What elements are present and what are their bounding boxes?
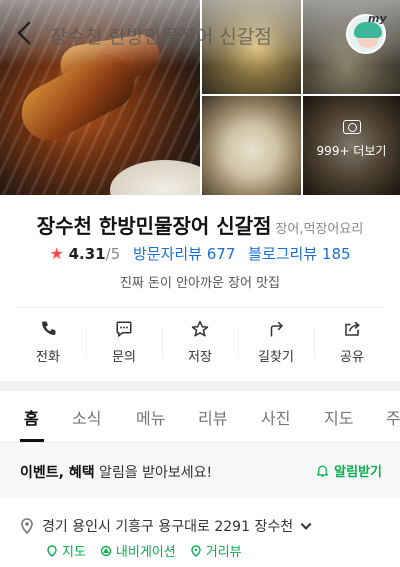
top-bar-title: 장수천 한방민물장어 신갈점 xyxy=(50,26,272,48)
inquiry-button[interactable]: 문의 xyxy=(86,320,162,370)
place-description: 진짜 돈이 안아까운 장어 맛집 xyxy=(119,276,281,291)
streetview-icon xyxy=(191,544,201,557)
my-label: my xyxy=(368,12,387,25)
place-name: 장수천 한방민물장어 신갈점 xyxy=(36,214,272,238)
chevron-down-icon[interactable] xyxy=(299,518,313,534)
navigation-link-label: 내비게이션 xyxy=(115,545,176,560)
back-arrow-icon[interactable] xyxy=(14,20,36,46)
chat-icon xyxy=(116,321,132,338)
rating-max: /5 xyxy=(105,245,121,263)
bell-icon xyxy=(317,465,329,477)
banner-rest: 알림을 받아보세요! xyxy=(94,465,213,481)
tab-map[interactable]: 지도 xyxy=(324,405,353,429)
camera-icon xyxy=(342,120,361,134)
place-category: 장어,먹장어요리 xyxy=(275,222,364,237)
place-title-row: 장수천 한방민물장어 신갈점 장어,먹장어요리 xyxy=(0,210,400,239)
save-button[interactable]: 저장 xyxy=(162,320,238,370)
tab-news[interactable]: 소식 xyxy=(72,405,101,429)
address-row[interactable]: 경기 용인시 기흥구 용구대로 2291 장수천 xyxy=(20,516,321,536)
share-button[interactable]: 공유 xyxy=(314,320,390,370)
address-links: 지도 내비게이션 거리뷰 xyxy=(46,541,256,560)
tab-review[interactable]: 리뷰 xyxy=(198,405,227,429)
star-icon xyxy=(191,320,209,337)
save-label: 저장 xyxy=(188,350,212,365)
more-photos-label: 999+ 더보기 xyxy=(316,144,387,158)
inquiry-label: 문의 xyxy=(112,350,136,365)
blog-reviews-link[interactable]: 블로그리뷰 185 xyxy=(248,245,350,263)
banner-separator: , xyxy=(58,465,69,481)
notify-button[interactable]: 알림받기 xyxy=(315,461,382,480)
phone-icon xyxy=(42,321,56,335)
directions-icon xyxy=(270,321,284,337)
streetview-link-label: 거리뷰 xyxy=(205,545,242,560)
rating-score: 4.31 xyxy=(68,245,106,263)
share-icon xyxy=(345,321,360,336)
tab-more[interactable]: 주 xyxy=(386,405,400,429)
map-pin-icon xyxy=(47,544,57,557)
directions-label: 길찾기 xyxy=(258,350,294,365)
section-gap xyxy=(0,381,400,391)
location-pin-icon xyxy=(21,518,33,534)
banner-bold-benefit: 혜택 xyxy=(68,465,95,481)
map-link[interactable]: 지도 xyxy=(46,541,86,560)
photo-thumb[interactable] xyxy=(202,96,301,195)
more-photos-button[interactable]: 999+ 더보기 xyxy=(303,120,400,159)
notify-label: 알림받기 xyxy=(334,465,382,480)
visitor-reviews-link[interactable]: 방문자리뷰 677 xyxy=(133,245,235,263)
tab-home[interactable]: 홈 xyxy=(24,405,39,429)
directions-button[interactable]: 길찾기 xyxy=(238,320,314,370)
tab-photo[interactable]: 사진 xyxy=(261,405,290,429)
navigation-icon xyxy=(100,545,112,556)
action-bar: 전화 문의 저장 길찾기 공유 xyxy=(10,320,390,370)
star-icon: ★ xyxy=(49,244,64,263)
banner-bold-event: 이벤트 xyxy=(20,465,59,481)
tab-bar: 홈 소식 메뉴 리뷰 사진 지도 주 xyxy=(0,391,400,443)
call-label: 전화 xyxy=(36,350,60,365)
map-link-label: 지도 xyxy=(62,545,86,560)
rating-row: ★ 4.31/5 방문자리뷰 677 블로그리뷰 185 xyxy=(0,243,400,264)
banner-text: 이벤트, 혜택 알림을 받아보세요! xyxy=(20,462,212,482)
address-text: 경기 용인시 기흥구 용구대로 2291 장수천 xyxy=(42,519,294,535)
active-tab-indicator xyxy=(20,439,44,442)
tab-menu[interactable]: 메뉴 xyxy=(136,405,165,429)
divider xyxy=(18,307,382,308)
event-banner: 이벤트, 혜택 알림을 받아보세요! 알림받기 xyxy=(0,444,400,498)
call-button[interactable]: 전화 xyxy=(10,320,86,370)
navigation-link[interactable]: 내비게이션 xyxy=(100,541,176,560)
share-label: 공유 xyxy=(340,350,364,365)
streetview-link[interactable]: 거리뷰 xyxy=(190,541,242,560)
